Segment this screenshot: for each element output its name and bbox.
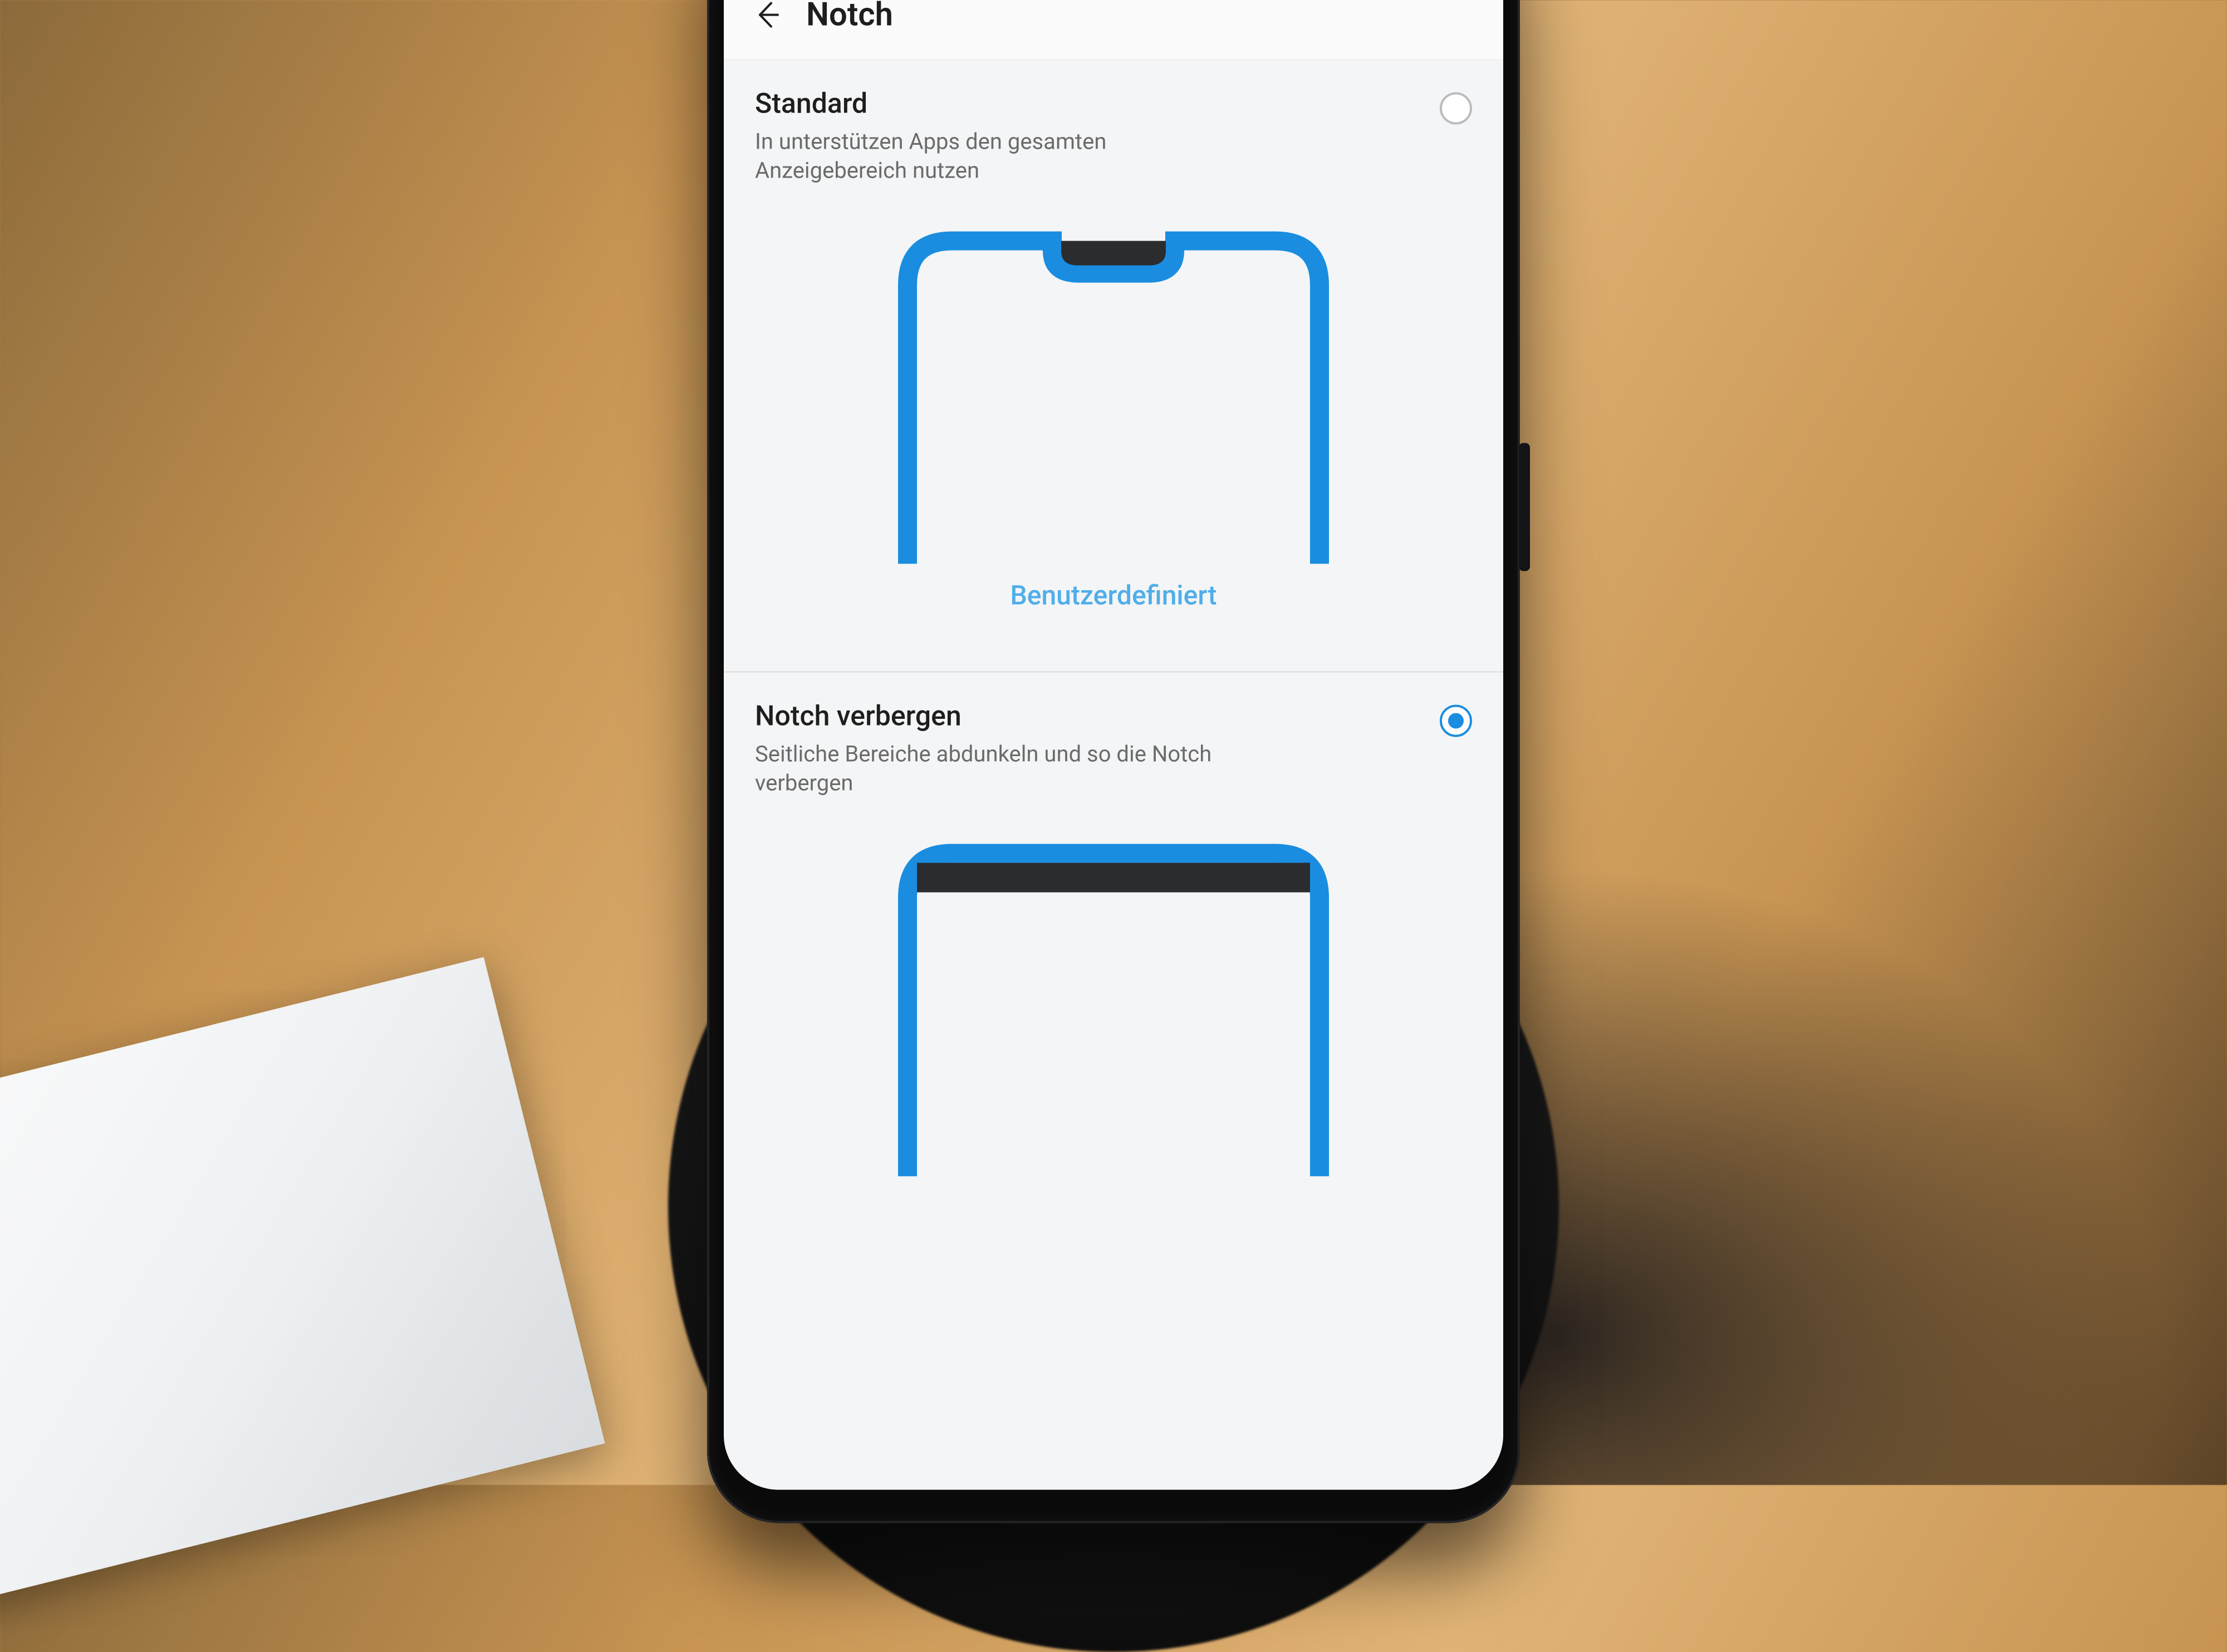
option-standard-title: Standard — [755, 89, 1417, 119]
back-button[interactable] — [750, 0, 784, 32]
phone-screen: 69 B/s 55% 12:48 Notch — [724, 0, 1503, 1489]
app-header: Notch — [724, 0, 1503, 60]
custom-link[interactable]: Benutzerdefiniert — [1010, 579, 1216, 611]
content-scroll[interactable]: Standard In unterstützen Apps den gesamt… — [724, 60, 1503, 1489]
option-hide-notch-radio[interactable] — [1440, 704, 1472, 737]
arrow-left-icon — [752, 0, 782, 30]
phone-frame: 69 B/s 55% 12:48 Notch — [707, 0, 1520, 1523]
option-standard[interactable]: Standard In unterstützen Apps den gesamt… — [724, 60, 1503, 671]
notch-hidden-illustration — [874, 831, 1353, 1176]
option-hide-notch-subtitle: Seitliche Bereiche abdunkeln und so die … — [755, 739, 1256, 797]
page-title: Notch — [806, 0, 893, 34]
option-hide-notch-preview — [755, 831, 1472, 1176]
phone-side-button — [1519, 443, 1530, 571]
option-standard-radio[interactable] — [1440, 92, 1472, 124]
option-hide-notch[interactable]: Notch verbergen Seitliche Bereiche abdun… — [724, 672, 1503, 1209]
background-paper — [0, 957, 605, 1645]
option-standard-preview — [755, 218, 1472, 563]
option-standard-subtitle: In unterstützen Apps den gesamten Anzeig… — [755, 127, 1256, 185]
notch-visible-illustration — [874, 218, 1353, 563]
option-hide-notch-title: Notch verbergen — [755, 701, 1417, 732]
